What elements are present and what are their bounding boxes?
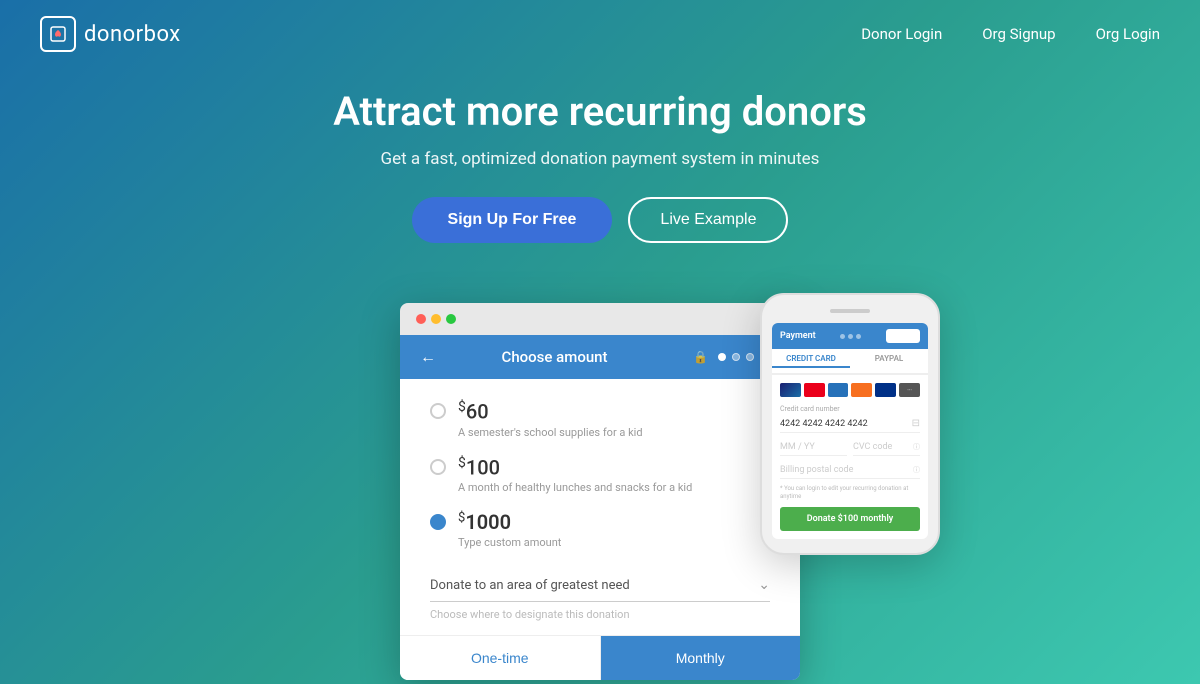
hero-title: Attract more recurring donors [0,88,1200,135]
phone-tab-credit[interactable]: CREDIT CARD [772,349,850,373]
form-body: $60 A semester's school supplies for a k… [400,379,800,621]
hero-subtitle: Get a fast, optimized donation payment s… [0,149,1200,169]
form-header-title: Choose amount [426,348,683,366]
more-cards-logo: ··· [899,383,920,397]
phone-payment-label: Payment [780,331,816,341]
phone-mockup: Payment Donate CREDIT CARD PAYPAL [760,293,940,555]
phone-dot-1 [840,334,845,339]
radio-1000[interactable] [430,514,446,530]
donation-form: ← Choose amount 🔒 → $60 A semester's [400,335,800,680]
live-example-button[interactable]: Live Example [628,197,788,243]
mastercard-logo [804,383,825,397]
progress-dot-3 [746,353,754,361]
logo-icon [40,16,76,52]
phone-tabs: CREDIT CARD PAYPAL [772,349,928,375]
hero-buttons: Sign Up For Free Live Example [0,197,1200,243]
browser-window: ← Choose amount 🔒 → $60 A semester's [400,303,800,680]
logo: donorbox [40,16,181,52]
signup-button[interactable]: Sign Up For Free [412,197,613,243]
form-header: ← Choose amount 🔒 → [400,335,800,379]
designate-label: Donate to an area of greatest need [430,578,630,593]
donor-login-link[interactable]: Donor Login [861,25,942,43]
progress-dot-1 [718,353,726,361]
phone-dot-3 [856,334,861,339]
amount-info-100: $100 A month of healthy lunches and snac… [458,455,692,495]
demo-area: ← Choose amount 🔒 → $60 A semester's [0,303,1200,680]
cvc-field[interactable]: CVC code ⓘ [853,439,920,456]
radio-100[interactable] [430,459,446,475]
amount-desc-60: A semester's school supplies for a kid [458,426,643,439]
phone-tab-active-line [772,366,850,368]
amount-option-100: $100 A month of healthy lunches and snac… [430,455,770,495]
amount-value-1000: $1000 [458,510,561,534]
amount-desc-1000: Type custom amount [458,536,561,549]
phone-donate-button[interactable]: Donate [886,329,920,343]
browser-chrome [400,303,800,335]
cc-number-field[interactable]: 4242 4242 4242 4242 ⊟ [780,415,920,433]
paypal-logo [875,383,896,397]
phone-body: ··· Credit card number 4242 4242 4242 42… [772,375,928,539]
phone-dot-2 [848,334,853,339]
amount-value-100: $100 [458,455,692,480]
visa-logo [780,383,801,397]
dot-green [446,314,456,324]
phone-tab-paypal[interactable]: PAYPAL [850,349,928,373]
designate-hint: Choose where to designate this donation [430,608,770,621]
browser-dots [416,314,456,324]
postal-field[interactable]: Billing postal code ⓘ [780,462,920,479]
amount-option-1000: $1000 Type custom amount [430,510,770,549]
dot-red [416,314,426,324]
org-signup-link[interactable]: Org Signup [982,25,1055,43]
form-footer: One-time Monthly [400,635,800,680]
phone-speaker [830,309,870,313]
navigation: donorbox Donor Login Org Signup Org Logi… [0,0,1200,68]
phone-header: Payment Donate [772,323,928,349]
phone-cta-button[interactable]: Donate $100 monthly [780,507,920,531]
nav-links: Donor Login Org Signup Org Login [861,25,1160,43]
hero-section: Attract more recurring donors Get a fast… [0,68,1200,303]
monthly-button[interactable]: Monthly [601,636,801,680]
designate-dropdown[interactable]: Donate to an area of greatest need ⌄ [430,569,770,602]
progress-dot-2 [732,353,740,361]
progress-dots [718,353,754,361]
logo-text: donorbox [84,22,181,47]
exp-cvc-row: MM / YY CVC code ⓘ [780,439,920,456]
chevron-down-icon: ⌄ [758,577,770,593]
onetime-button[interactable]: One-time [400,636,601,680]
exp-field[interactable]: MM / YY [780,439,847,456]
amount-value-60: $60 [458,399,643,424]
org-login-link[interactable]: Org Login [1096,25,1160,43]
amount-info-60: $60 A semester's school supplies for a k… [458,399,643,439]
phone-screen: Payment Donate CREDIT CARD PAYPAL [772,323,928,539]
radio-60[interactable] [430,403,446,419]
card-logos: ··· [780,383,920,397]
discover-logo [851,383,872,397]
cc-field-label: Credit card number [780,405,920,413]
lock-icon: 🔒 [693,350,708,364]
amount-option-60: $60 A semester's school supplies for a k… [430,399,770,439]
amount-desc-100: A month of healthy lunches and snacks fo… [458,481,692,494]
dot-yellow [431,314,441,324]
phone-progress-dots [840,334,861,339]
phone-disclaimer: * You can login to edit your recurring d… [780,485,920,501]
amount-info-1000: $1000 Type custom amount [458,510,561,549]
amex-logo [828,383,849,397]
